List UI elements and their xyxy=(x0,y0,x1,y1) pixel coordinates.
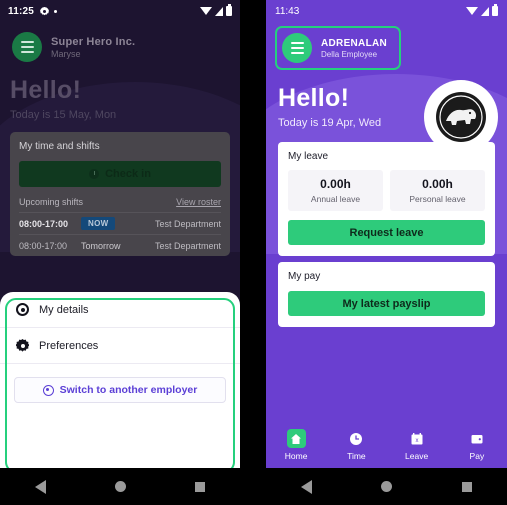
sheet-item-label: My details xyxy=(39,303,89,316)
hamburger-menu-icon[interactable] xyxy=(12,32,42,62)
personal-leave-tile: 0.00h Personal leave xyxy=(390,170,485,211)
signal-icon xyxy=(481,6,489,16)
gear-icon xyxy=(40,7,49,16)
right-app-screen: 11:43 ADRENALAN Della Employee Hello! To… xyxy=(266,0,507,468)
switch-employer-button[interactable]: Switch to another employer xyxy=(14,377,226,403)
switch-employer-label: Switch to another employer xyxy=(59,384,198,396)
card-title: My pay xyxy=(288,271,321,282)
left-main-content: Hello! Today is 15 May, Mon My time and … xyxy=(0,70,240,256)
left-app-screen: 11:25 Super Hero Inc. Maryse Hello! Toda… xyxy=(0,0,240,468)
left-android-navigation-bar xyxy=(0,468,240,505)
battery-icon xyxy=(226,4,232,16)
battery-icon xyxy=(492,4,498,16)
tab-time[interactable]: Time xyxy=(326,429,386,461)
signal-icon xyxy=(215,6,223,16)
my-leave-card: My leave 0.00h Annual leave 0.00h Person… xyxy=(278,142,495,256)
my-pay-card: My pay My latest payslip xyxy=(278,262,495,327)
clock-icon xyxy=(89,169,100,179)
annual-leave-label: Annual leave xyxy=(310,194,361,204)
android-home-icon[interactable] xyxy=(381,481,393,492)
left-app-header: Super Hero Inc. Maryse xyxy=(0,22,240,70)
android-back-icon[interactable] xyxy=(300,479,312,494)
status-time: 11:25 xyxy=(8,5,35,17)
person-icon xyxy=(16,303,29,316)
wifi-icon xyxy=(466,7,478,15)
shift-when: NOW xyxy=(81,217,155,230)
right-app-header[interactable]: ADRENALAN Della Employee xyxy=(275,26,401,70)
left-header-text: Super Hero Inc. Maryse xyxy=(51,36,135,59)
request-leave-button[interactable]: Request leave xyxy=(288,220,485,245)
right-status-bar: 11:43 xyxy=(266,0,507,22)
personal-leave-value: 0.00h xyxy=(422,177,453,191)
status-time: 11:43 xyxy=(275,5,300,17)
status-left-icons xyxy=(40,7,58,16)
personal-leave-label: Personal leave xyxy=(409,194,466,204)
user-name: Maryse xyxy=(51,48,81,59)
left-phone-screenshot: 11:25 Super Hero Inc. Maryse Hello! Toda… xyxy=(0,0,240,505)
check-in-label: Check in xyxy=(105,168,151,180)
clock-icon xyxy=(347,429,366,448)
home-icon xyxy=(286,429,306,448)
tab-pay[interactable]: Pay xyxy=(447,429,507,461)
android-home-icon[interactable] xyxy=(114,481,126,492)
right-android-navigation-bar xyxy=(266,468,507,505)
svg-text:x: x xyxy=(415,438,418,444)
shift-when: Tomorrow xyxy=(81,240,121,251)
status-badge: NOW xyxy=(81,217,116,230)
right-phone-screenshot: 11:43 ADRENALAN Della Employee Hello! To… xyxy=(266,0,507,505)
calendar-icon: x xyxy=(407,429,426,448)
card-title: My time and shifts xyxy=(19,141,100,152)
upcoming-shifts-header: Upcoming shifts View roster xyxy=(19,197,221,212)
android-back-icon[interactable] xyxy=(34,479,46,494)
my-time-and-shifts-card: My time and shifts Check in Upcoming shi… xyxy=(10,132,230,256)
bottom-navigation-bar: Home Time x Leave Pay xyxy=(266,422,507,468)
organisation-name: Super Hero Inc. xyxy=(51,35,136,48)
screenshot-stage: 11:25 Super Hero Inc. Maryse Hello! Toda… xyxy=(0,0,507,505)
sidebar-item-preferences[interactable]: Preferences xyxy=(0,328,240,364)
company-logo-crocodile-icon xyxy=(436,92,486,142)
table-row[interactable]: 08:00-17:00 NOW Test Department xyxy=(19,212,221,234)
user-name: Della Employee xyxy=(321,49,378,59)
status-right-icons xyxy=(200,4,232,16)
wallet-icon xyxy=(467,429,486,448)
status-right-icons xyxy=(466,4,498,16)
shift-department: Test Department xyxy=(154,240,221,251)
leave-balance-tiles: 0.00h Annual leave 0.00h Personal leave xyxy=(288,170,485,211)
table-row[interactable]: 08:00-17:00 Tomorrow Test Department xyxy=(19,234,221,256)
view-roster-link[interactable]: View roster xyxy=(176,197,221,207)
tab-home[interactable]: Home xyxy=(266,429,326,461)
organisation-name: ADRENALAN xyxy=(321,37,388,49)
gear-icon xyxy=(16,339,29,352)
tab-label: Time xyxy=(347,451,366,461)
upcoming-shifts-label: Upcoming shifts xyxy=(19,197,84,207)
tab-label: Home xyxy=(284,451,308,461)
sheet-item-label: Preferences xyxy=(39,339,99,352)
tab-label: Pay xyxy=(469,451,485,461)
avatar xyxy=(424,80,498,154)
annual-leave-tile: 0.00h Annual leave xyxy=(288,170,383,211)
android-recents-icon[interactable] xyxy=(195,481,206,492)
account-bottom-sheet: My details Preferences Switch to another… xyxy=(0,292,240,468)
left-status-bar: 11:25 xyxy=(0,0,240,22)
greeting-date: Today is 15 May, Mon xyxy=(10,109,117,121)
shift-time: 08:00-17:00 xyxy=(19,240,68,251)
annual-leave-value: 0.00h xyxy=(320,177,351,191)
tab-label: Leave xyxy=(405,451,429,461)
check-in-button[interactable]: Check in xyxy=(19,161,221,187)
dot-icon xyxy=(54,9,58,13)
swap-employer-icon xyxy=(42,384,54,396)
greeting-title: Hello! xyxy=(10,76,82,104)
shift-time: 08:00-17:00 xyxy=(19,218,69,229)
right-header-text: ADRENALAN Della Employee xyxy=(321,38,387,59)
sidebar-item-my-details[interactable]: My details xyxy=(0,292,240,328)
tab-leave[interactable]: x Leave xyxy=(387,429,447,461)
android-recents-icon[interactable] xyxy=(462,481,473,492)
latest-payslip-button[interactable]: My latest payslip xyxy=(288,291,485,316)
wifi-icon xyxy=(200,7,212,15)
hamburger-menu-icon[interactable] xyxy=(282,33,312,63)
shift-department: Test Department xyxy=(154,218,221,229)
